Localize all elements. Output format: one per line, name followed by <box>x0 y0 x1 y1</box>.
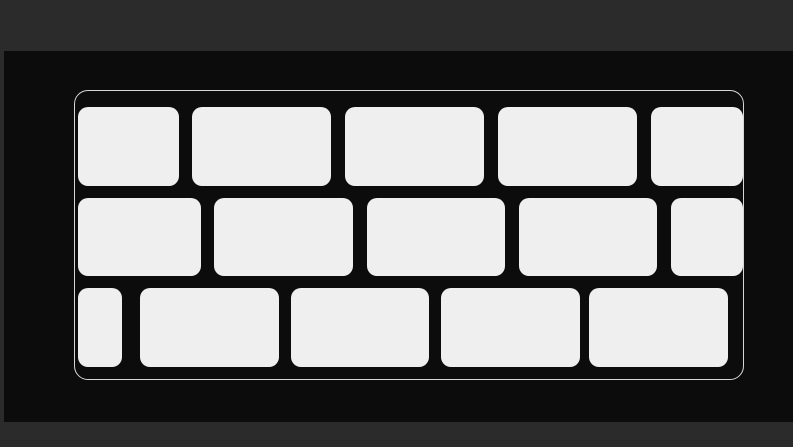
tile-r2-c3[interactable] <box>367 198 505 276</box>
tile-r1-c3[interactable] <box>345 107 484 186</box>
tile-r3-c4[interactable] <box>441 288 580 367</box>
tile-r2-c4[interactable] <box>519 198 657 276</box>
tile-r2-c1[interactable] <box>78 198 201 276</box>
tile-r2-c5[interactable] <box>671 198 743 276</box>
tile-r1-c4[interactable] <box>498 107 637 186</box>
tile-r3-c1[interactable] <box>78 288 122 367</box>
tile-r3-c2[interactable] <box>140 288 279 367</box>
tile-r1-c2[interactable] <box>192 107 331 186</box>
tile-r3-c5[interactable] <box>589 288 728 367</box>
tile-r1-c1[interactable] <box>78 107 179 186</box>
bottom-bar <box>0 422 793 447</box>
tile-r1-c5[interactable] <box>651 107 743 186</box>
tile-r3-c3[interactable] <box>291 288 429 367</box>
top-toolbar <box>0 0 793 51</box>
tile-r2-c2[interactable] <box>214 198 353 276</box>
